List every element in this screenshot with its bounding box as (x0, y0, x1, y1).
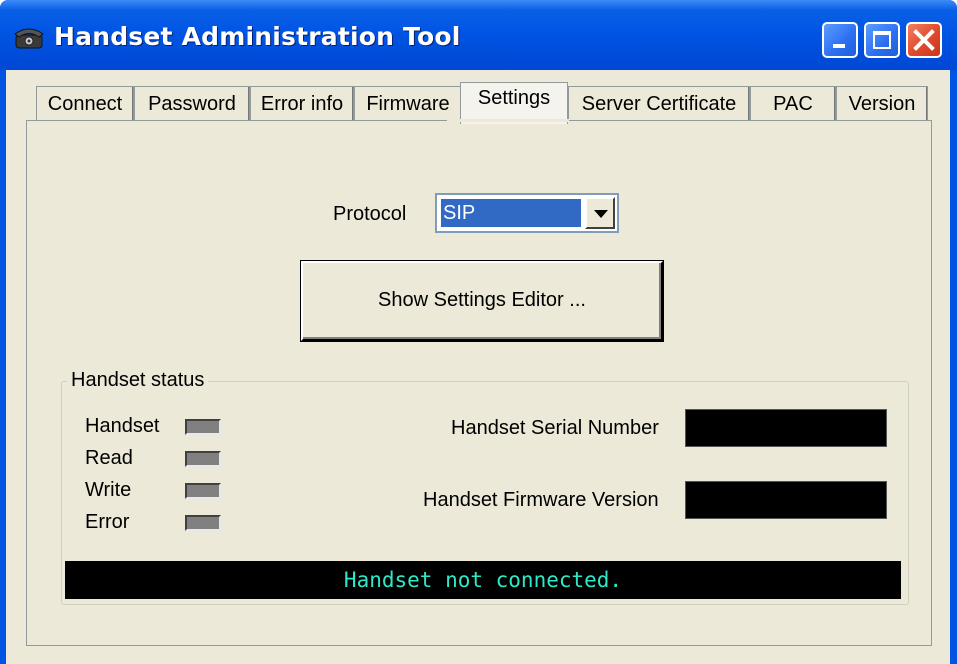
read-indicator-led (185, 451, 221, 467)
maximize-icon (873, 31, 891, 49)
chevron-down-icon (594, 210, 608, 218)
tab-label: Connect (47, 93, 123, 115)
connection-status-message: Handset not connected. (65, 561, 901, 599)
handset-indicator-led (185, 419, 221, 435)
tab-firmware[interactable]: Firmware (354, 86, 462, 122)
tab-label: Error info (260, 93, 344, 115)
tab-label: Password (148, 93, 236, 115)
tab-connect[interactable]: Connect (36, 86, 134, 122)
tab-password[interactable]: Password (134, 86, 250, 122)
serial-number-label: Handset Serial Number (451, 417, 659, 439)
protocol-dropdown[interactable]: SIP (435, 193, 619, 233)
tab-pac[interactable]: PAC (750, 86, 836, 122)
indicator-label-read: Read (85, 447, 133, 469)
indicator-label-handset: Handset (85, 415, 160, 437)
serial-number-field (685, 409, 887, 447)
tab-label: Settings (477, 87, 551, 109)
client-area: Connect Password Error info Firmware Set… (6, 70, 950, 664)
firmware-version-field (685, 481, 887, 519)
minimize-icon (833, 44, 845, 48)
tab-label: Server Certificate (581, 93, 737, 115)
dropdown-button[interactable] (585, 197, 615, 229)
maximize-button[interactable] (864, 22, 900, 58)
protocol-label: Protocol (333, 203, 407, 225)
tab-error-info[interactable]: Error info (250, 86, 354, 122)
window-title: Handset Administration Tool (54, 22, 461, 51)
show-settings-editor-button[interactable]: Show Settings Editor ... (301, 261, 663, 341)
indicator-label-write: Write (85, 479, 132, 501)
telephone-icon (14, 28, 44, 49)
write-indicator-led (185, 483, 221, 499)
minimize-button[interactable] (822, 22, 858, 58)
active-tab-joint (447, 119, 569, 122)
tab-version[interactable]: Version (836, 86, 928, 122)
tab-settings[interactable]: Settings (460, 82, 568, 124)
app-window: Handset Administration Tool Connect Pass… (0, 0, 957, 664)
firmware-version-label: Handset Firmware Version (423, 489, 659, 511)
error-indicator-led (185, 515, 221, 531)
window-frame-right (950, 70, 957, 664)
tab-server-certificate[interactable]: Server Certificate (568, 86, 750, 122)
handset-status-title: Handset status (67, 369, 209, 392)
tab-label: Version (848, 93, 916, 115)
indicator-label-error: Error (85, 511, 130, 533)
close-icon (913, 29, 935, 51)
protocol-selected-value: SIP (440, 198, 582, 228)
tab-label: PAC (773, 93, 813, 115)
close-button[interactable] (906, 22, 942, 58)
settings-panel: Protocol SIP Show Settings Editor ... Ha… (26, 120, 932, 646)
tab-label: Firmware (366, 93, 450, 115)
